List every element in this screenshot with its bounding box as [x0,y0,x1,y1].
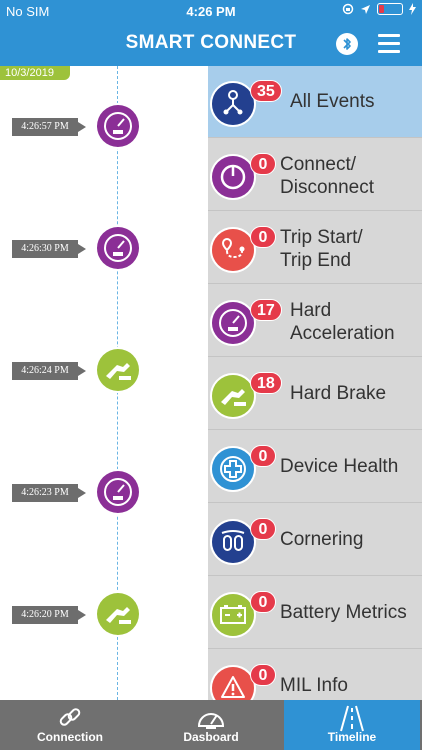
event-filter-trip-start-end[interactable]: 0 Trip Start/Trip End [208,212,422,284]
event-count-badge: 35 [250,80,282,102]
status-bar: No SIM 4:26 PM [0,0,422,22]
speedometer-icon[interactable] [95,469,141,515]
event-label: Trip Start/Trip End [280,227,363,271]
medical-cross-icon [210,446,256,492]
event-label: Battery Metrics [280,602,407,623]
event-filter-cornering[interactable]: 0 Cornering [208,504,422,576]
battery-indicator-icon [377,3,403,15]
event-filter-battery-metrics[interactable]: 0 Battery Metrics [208,577,422,649]
event-filter-all-events[interactable]: 35 All Events [208,66,422,138]
event-filter-mil-info[interactable]: 0 MIL Info [208,650,422,700]
event-count-badge: 0 [250,664,276,686]
event-label: MIL Info [280,675,348,696]
speedometer-icon [210,300,256,346]
tab-label: Dasboard [183,730,239,744]
event-filter-list: 35 All Events 0 Connect/Disconnect 0 Tri… [208,66,422,700]
power-icon [210,154,256,200]
event-count-badge: 18 [250,372,282,394]
warning-icon [210,665,256,700]
hamburger-menu-icon[interactable] [378,34,400,54]
event-label: Connect/Disconnect [280,154,374,198]
link-icon [59,708,81,726]
tab-dashboard[interactable]: Dasboard [140,700,282,750]
tab-bar: Connection Dasboard Timeline [0,700,422,750]
event-count-badge: 0 [250,226,276,248]
event-filter-device-health[interactable]: 0 Device Health [208,431,422,503]
app-header: SMART CONNECT [0,22,422,66]
charging-bolt-icon [409,3,416,15]
event-count-badge: 0 [250,153,276,175]
event-label: Device Health [280,456,399,477]
speedometer-icon [197,713,225,729]
event-count-badge: 17 [250,299,282,321]
status-icons [342,3,416,15]
brake-pedal-icon[interactable] [95,347,141,393]
bluetooth-icon[interactable] [336,33,358,55]
event-count-badge: 0 [250,518,276,540]
route-pin-icon [210,227,256,273]
road-icon [340,705,364,732]
event-label: Hard Brake [290,383,387,404]
event-filter-hard-brake[interactable]: 18 Hard Brake [208,358,422,430]
location-arrow-icon [361,4,370,14]
cornering-icon [210,519,256,565]
timeline-date: 10/3/2019 [0,66,70,80]
tab-connection[interactable]: Connection [0,700,140,750]
speedometer-icon[interactable] [95,103,141,149]
timeline-time: 4:26:20 PM [12,606,86,624]
tab-label: Timeline [327,730,377,744]
event-count-badge: 0 [250,591,276,613]
event-label: All Events [290,91,375,112]
battery-icon [210,592,256,638]
brake-pedal-icon [210,373,256,419]
event-filter-connect-disconnect[interactable]: 0 Connect/Disconnect [208,139,422,211]
event-count-badge: 0 [250,445,276,467]
brake-pedal-icon[interactable] [95,591,141,637]
app-title: SMART CONNECT [125,32,297,53]
timeline-time: 4:26:24 PM [12,362,86,380]
speedometer-icon[interactable] [95,225,141,271]
event-label: Hard Acceleration [290,300,395,344]
lock-rotation-icon [342,3,354,15]
event-filter-hard-acceleration[interactable]: 17 Hard Acceleration [208,285,422,357]
timeline-time: 4:26:57 PM [12,118,86,136]
timeline-panel: 10/3/2019 4:26:57 PM 4:26:30 PM 4:26:24 … [0,66,208,700]
tab-label: Connection [37,730,103,744]
timeline-time: 4:26:23 PM [12,484,86,502]
tab-timeline[interactable]: Timeline [284,700,420,750]
timeline-time: 4:26:30 PM [12,240,86,258]
event-label: Cornering [280,529,364,550]
route-nodes-icon [210,81,256,127]
